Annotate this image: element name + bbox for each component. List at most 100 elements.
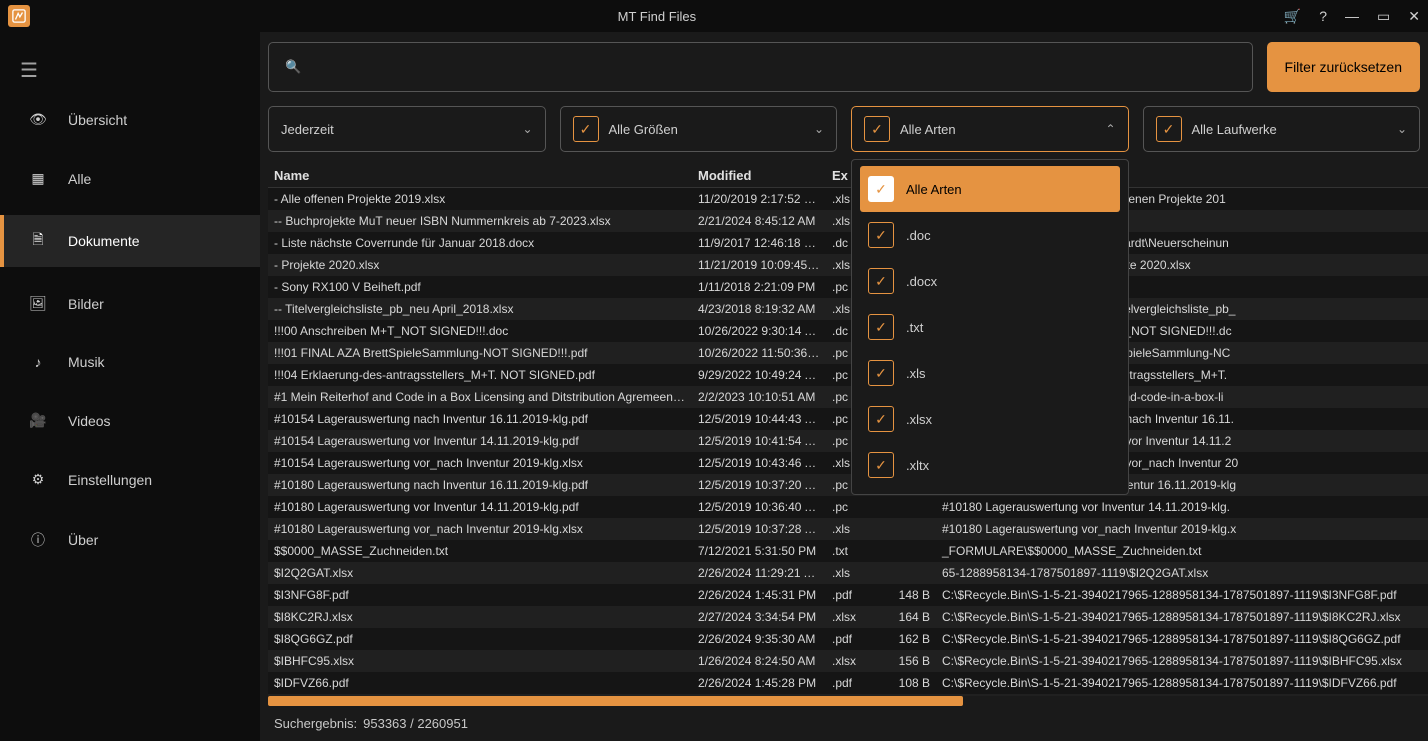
table-row[interactable]: #1 Mein Reiterhof and Code in a Box Lice… (268, 386, 1428, 408)
type-option-label: .doc (906, 228, 931, 243)
filter-type[interactable]: ✓ Alle Arten ⌃ ✓Alle Arten✓.doc✓.docx✓.t… (851, 106, 1129, 152)
type-option[interactable]: ✓ Alle Arten (860, 166, 1120, 212)
type-option[interactable]: ✓.xls (860, 350, 1120, 396)
table-row[interactable]: !!!04 Erklaerung-des-antragsstellers_M+T… (268, 364, 1428, 386)
cell-name: - Sony RX100 V Beiheft.pdf (268, 276, 692, 298)
table-row[interactable]: #10180 Lagerauswertung vor_nach Inventur… (268, 518, 1428, 540)
cell-modified: 10/26/2022 9:30:14 AM (692, 320, 826, 342)
table-row[interactable]: - Liste nächste Coverrunde für Januar 20… (268, 232, 1428, 254)
cell-name: -- Buchprojekte MuT neuer ISBN Nummernkr… (268, 210, 692, 232)
cell-name: #1 Mein Reiterhof and Code in a Box Lice… (268, 386, 692, 408)
cell-name: #10154 Lagerauswertung vor Inventur 14.1… (268, 430, 692, 452)
maximize-icon[interactable]: ▭ (1377, 8, 1390, 25)
table-row[interactable]: $IFS3LKA.xlsx2/26/2024 9:35:13 AM.xlsx15… (268, 694, 1428, 696)
type-option-label: .txt (906, 320, 923, 335)
search-box[interactable]: 🔍 (268, 42, 1253, 92)
type-option[interactable]: ✓ .txt (860, 304, 1120, 350)
cell-ext: .pdf (826, 584, 870, 606)
sidebar-item-über[interactable]: ⓘÜber (0, 516, 260, 564)
cell-size: 148 B (870, 584, 936, 606)
search-input[interactable] (313, 59, 1235, 75)
cell-modified: 12/5/2019 10:44:43 AM (692, 408, 826, 430)
reset-filter-button[interactable]: Filter zurücksetzen (1267, 42, 1420, 92)
horizontal-scrollbar[interactable] (268, 696, 963, 706)
table-row[interactable]: $I3NFG8F.pdf2/26/2024 1:45:31 PM.pdf148 … (268, 584, 1428, 606)
type-option[interactable]: ✓.docx (860, 258, 1120, 304)
column-modified[interactable]: Modified (692, 164, 826, 187)
cell-path: #10180 Lagerauswertung vor_nach Inventur… (936, 518, 1426, 540)
cell-modified: 2/26/2024 1:45:28 PM (692, 672, 826, 694)
minimize-icon[interactable]: — (1345, 8, 1359, 24)
type-option[interactable]: ✓.xlsx (860, 396, 1120, 442)
cell-path: C:\$Recycle.Bin\S-1-5-21-3940217965-1288… (936, 672, 1426, 694)
cell-path: C:\$Recycle.Bin\S-1-5-21-3940217965-1288… (936, 650, 1426, 672)
help-icon[interactable]: ? (1319, 8, 1327, 24)
cell-modified: 11/20/2019 2:17:52 PM (692, 188, 826, 210)
table-row[interactable]: #10154 Lagerauswertung vor Inventur 14.1… (268, 430, 1428, 452)
status-value: 953363 / 2260951 (363, 716, 468, 731)
table-row[interactable]: #10154 Lagerauswertung vor_nach Inventur… (268, 452, 1428, 474)
filter-drives[interactable]: ✓ Alle Laufwerke ⌄ (1143, 106, 1421, 152)
table-row[interactable]: - Sony RX100 V Beiheft.pdf1/11/2018 2:21… (268, 276, 1428, 298)
filter-time[interactable]: Jederzeit ⌄ (268, 106, 546, 152)
table-row[interactable]: !!!01 FINAL AZA BrettSpieleSammlung-NOT … (268, 342, 1428, 364)
cell-size (870, 562, 936, 584)
type-option-label: .xltx (906, 458, 929, 473)
cell-modified: 9/29/2022 10:49:24 AM (692, 364, 826, 386)
table-row[interactable]: $I8KC2RJ.xlsx2/27/2024 3:34:54 PM.xlsx16… (268, 606, 1428, 628)
cell-name: !!!04 Erklaerung-des-antragsstellers_M+T… (268, 364, 692, 386)
sidebar-item-einstellungen[interactable]: ⚙Einstellungen (0, 457, 260, 502)
table-row[interactable]: - Projekte 2020.xlsx11/21/2019 10:09:45 … (268, 254, 1428, 276)
cell-name: #10154 Lagerauswertung nach Inventur 16.… (268, 408, 692, 430)
chevron-down-icon: ⌄ (522, 122, 532, 136)
table-row[interactable]: $$0000_MASSE_Zuchneiden.txt7/12/2021 5:3… (268, 540, 1428, 562)
table-row[interactable]: $IDFVZ66.pdf2/26/2024 1:45:28 PM.pdf108 … (268, 672, 1428, 694)
sidebar-item-bilder[interactable]: 🖼 Bilder (0, 281, 260, 326)
table-row[interactable]: #10154 Lagerauswertung nach Inventur 16.… (268, 408, 1428, 430)
sidebar-item-label: Bilder (68, 296, 104, 312)
table-row[interactable]: - Alle offenen Projekte 2019.xlsx11/20/2… (268, 188, 1428, 210)
type-option-label: .xls (906, 366, 926, 381)
sidebar-item-dokumente[interactable]: 🗎Dokumente (0, 215, 260, 267)
cell-modified: 11/21/2019 10:09:45 AM (692, 254, 826, 276)
cell-modified: 2/27/2024 3:34:54 PM (692, 606, 826, 628)
table-body-scroll[interactable]: - Alle offenen Projekte 2019.xlsx11/20/2… (268, 188, 1428, 696)
table-row[interactable]: $IBHFC95.xlsx1/26/2024 8:24:50 AM.xlsx15… (268, 650, 1428, 672)
menu-toggle-icon[interactable]: ☰ (0, 44, 260, 97)
sidebar-item-label: Alle (68, 171, 91, 187)
cell-ext: .pdf (826, 672, 870, 694)
table-row[interactable]: #10180 Lagerauswertung nach Inventur 16.… (268, 474, 1428, 496)
cart-icon[interactable]: 🛒 (1284, 8, 1301, 25)
checkbox-icon: ✓ (868, 176, 894, 202)
column-name[interactable]: Name (268, 164, 692, 187)
cell-ext: .xlsx (826, 606, 870, 628)
sidebar-item-übersicht[interactable]: 👁Übersicht (0, 97, 260, 142)
cell-modified: 4/23/2018 8:19:32 AM (692, 298, 826, 320)
type-option[interactable]: ✓.doc (860, 212, 1120, 258)
sidebar-item-musik[interactable]: ♪Musik (0, 340, 260, 384)
sidebar-item-videos[interactable]: 🎥Videos (0, 398, 260, 443)
cell-size: 164 B (870, 606, 936, 628)
type-option-label: .docx (906, 274, 937, 289)
table-row[interactable]: -- Buchprojekte MuT neuer ISBN Nummernkr… (268, 210, 1428, 232)
sidebar-item-alle[interactable]: ▦Alle (0, 156, 260, 201)
checkbox-icon: ✓ (868, 314, 894, 340)
cell-size: 108 B (870, 672, 936, 694)
cell-size (870, 518, 936, 540)
cell-name: $IFS3LKA.xlsx (268, 694, 692, 696)
type-option[interactable]: ✓.xltx (860, 442, 1120, 488)
table-row[interactable]: #10180 Lagerauswertung vor Inventur 14.1… (268, 496, 1428, 518)
table-row[interactable]: $I8QG6GZ.pdf2/26/2024 9:35:30 AM.pdf162 … (268, 628, 1428, 650)
type-option-label: Alle Arten (906, 182, 962, 197)
window-title: MT Find Files (30, 9, 1284, 24)
cell-size: 162 B (870, 628, 936, 650)
table-row[interactable]: !!!00 Anschreiben M+T_NOT SIGNED!!!.doc1… (268, 320, 1428, 342)
chevron-down-icon: ⌄ (814, 122, 824, 136)
cell-path: C:\$Recycle.Bin\S-1-5-21-3940217965-1288… (936, 694, 1426, 696)
filter-size[interactable]: ✓ Alle Größen ⌄ (560, 106, 838, 152)
cell-size (870, 496, 936, 518)
nav-icon: 🖼 (28, 295, 48, 312)
table-row[interactable]: $I2Q2GAT.xlsx2/26/2024 11:29:21 AM.xls65… (268, 562, 1428, 584)
table-row[interactable]: -- Titelvergleichsliste_pb_neu April_201… (268, 298, 1428, 320)
close-icon[interactable]: ✕ (1408, 8, 1420, 25)
